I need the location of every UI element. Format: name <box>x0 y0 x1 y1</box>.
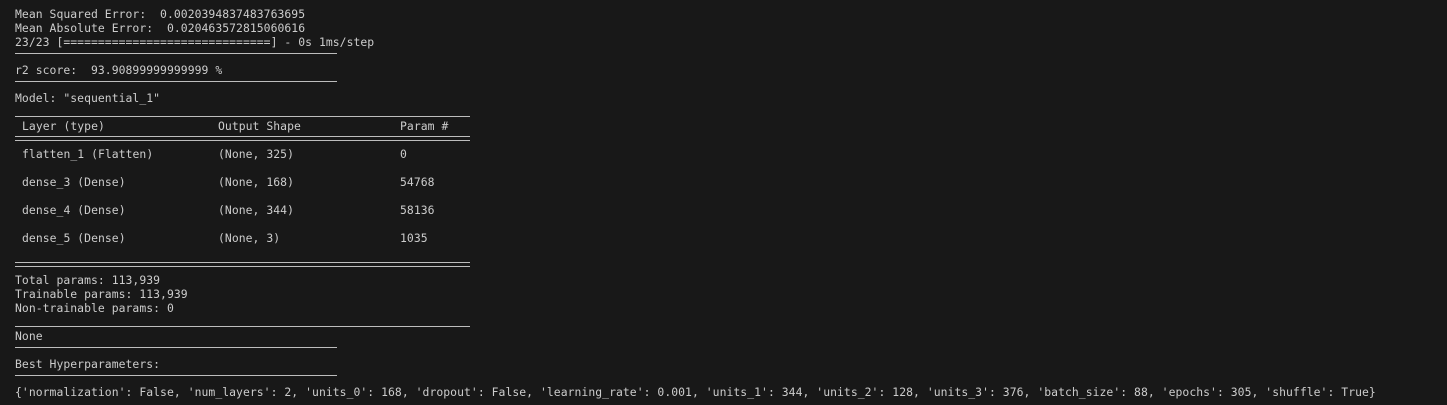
separator <box>15 375 337 376</box>
header-output-shape: Output Shape <box>218 119 301 133</box>
output-shape: (None, 3) <box>218 231 281 245</box>
param-count: 58136 <box>400 203 435 217</box>
mse-line: Mean Squared Error: 0.002039483748376369… <box>15 7 306 21</box>
layer-name: flatten_1 (Flatten) <box>22 147 154 161</box>
param-count: 0 <box>400 147 407 161</box>
model-name-line: Model: "sequential_1" <box>15 91 161 105</box>
separator <box>15 81 337 82</box>
table-header-rule <box>15 136 470 141</box>
param-count: 1035 <box>400 231 428 245</box>
r2-score-line: r2 score: 93.90899999999999 % <box>15 63 223 77</box>
output-shape: (None, 344) <box>218 203 294 217</box>
layer-name: dense_5 (Dense) <box>22 231 126 245</box>
best-hyperparameters-dict: {'normalization': False, 'num_layers': 2… <box>15 385 1376 399</box>
progress-line: 23/23 [==============================] -… <box>15 35 375 49</box>
separator <box>15 53 337 54</box>
layer-name: dense_4 (Dense) <box>22 203 126 217</box>
none-output-line: None <box>15 329 43 343</box>
header-param-count: Param # <box>400 119 449 133</box>
best-hyperparameters-label: Best Hyperparameters: <box>15 357 161 371</box>
mae-line: Mean Absolute Error: 0.02046357281506061… <box>15 21 306 35</box>
separator <box>15 347 337 348</box>
table-bottom-rule <box>15 262 470 267</box>
table-end-rule <box>15 326 470 327</box>
trainable-params-line: Trainable params: 113,939 <box>15 287 188 301</box>
output-shape: (None, 325) <box>218 147 294 161</box>
non-trainable-params-line: Non-trainable params: 0 <box>15 301 174 315</box>
table-top-rule <box>15 116 470 117</box>
terminal-output[interactable]: Mean Squared Error: 0.002039483748376369… <box>0 0 1447 405</box>
total-params-line: Total params: 113,939 <box>15 273 161 287</box>
header-layer-type: Layer (type) <box>22 119 105 133</box>
layer-name: dense_3 (Dense) <box>22 175 126 189</box>
output-shape: (None, 168) <box>218 175 294 189</box>
param-count: 54768 <box>400 175 435 189</box>
